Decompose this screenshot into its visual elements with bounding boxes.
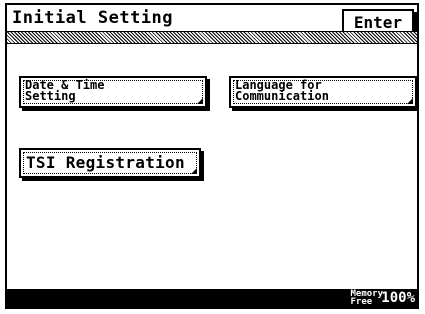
status-bar: Memory Free 100% <box>7 289 417 307</box>
page-title: Initial Setting <box>12 8 174 28</box>
tsi-registration-label: TSI Registration <box>26 153 185 172</box>
memory-free-label: Memory Free <box>350 289 383 307</box>
language-communication-label: Language for Communication <box>235 78 329 103</box>
date-time-setting-button[interactable]: Date & Time Setting <box>19 76 207 108</box>
panel-screen: Initial Setting Enter Date & Time Settin… <box>5 3 419 309</box>
memory-free-value: 100% <box>381 290 415 306</box>
tsi-registration-button[interactable]: TSI Registration <box>19 148 201 178</box>
language-communication-button[interactable]: Language for Communication <box>229 76 417 108</box>
date-time-setting-label: Date & Time Setting <box>25 78 105 103</box>
header-hatch-bar <box>7 31 417 44</box>
